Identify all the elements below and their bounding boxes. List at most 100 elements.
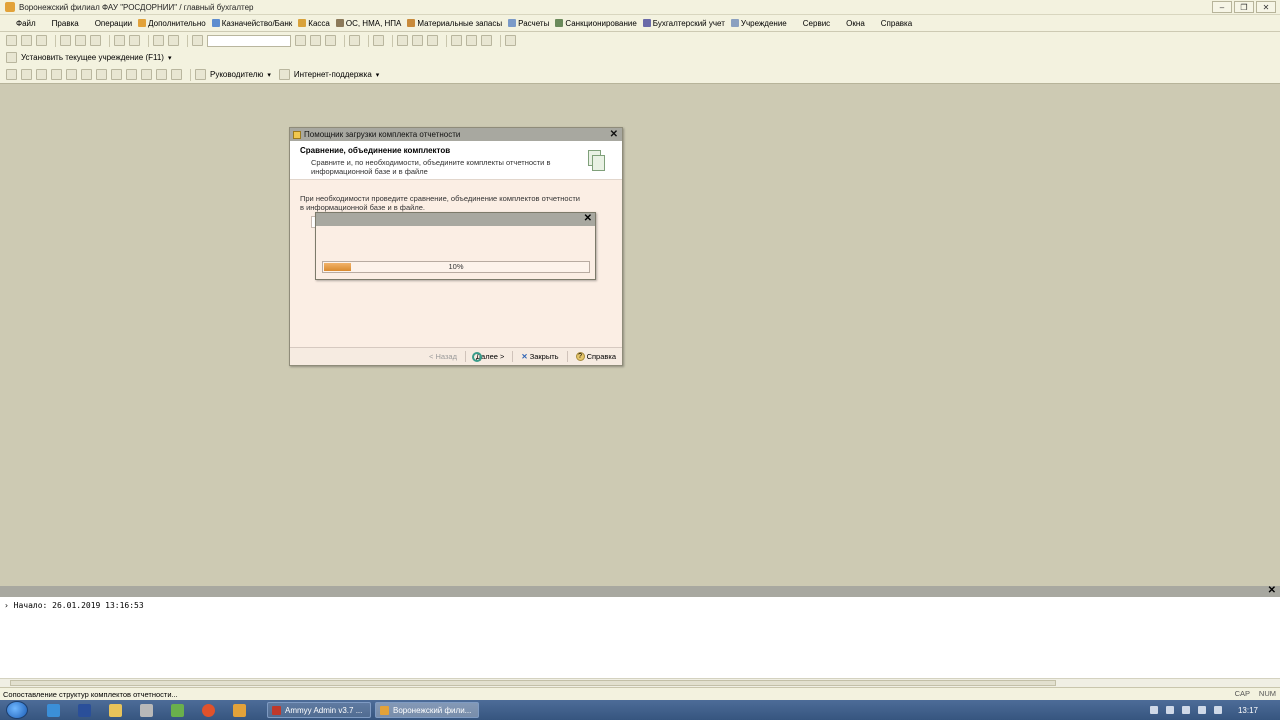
menu-item-2[interactable]: Операции: [84, 19, 132, 28]
tray-volume-icon[interactable]: [1213, 706, 1222, 714]
tray-network-icon[interactable]: [1165, 706, 1174, 714]
paste-icon[interactable]: [90, 35, 101, 46]
menu-item-13[interactable]: Окна: [836, 19, 865, 28]
calculator-icon[interactable]: [412, 35, 423, 46]
task-button-1[interactable]: Воронежский фили...: [375, 702, 479, 718]
restore-button[interactable]: ❐: [1234, 1, 1254, 13]
tools-icon[interactable]: [140, 703, 153, 717]
report-icon[interactable]: [66, 69, 77, 80]
back-button[interactable]: < Назад: [427, 352, 459, 361]
menu-item-10[interactable]: Бухгалтерский учет: [642, 19, 725, 28]
windows-list-icon[interactable]: [349, 35, 360, 46]
report-icon[interactable]: [126, 69, 137, 80]
help-button[interactable]: ? Справка: [574, 352, 618, 361]
menu-item-8[interactable]: Расчеты: [508, 19, 549, 28]
report-icon[interactable]: [51, 69, 62, 80]
tray-flag-icon[interactable]: [1181, 706, 1190, 714]
clock[interactable]: 13:17: [1238, 706, 1258, 715]
wizard-titlebar: Помощник загрузки комплекта отчетности ✕: [290, 128, 622, 141]
footer-separator: [512, 351, 514, 362]
chevron-down-icon[interactable]: ▾: [376, 71, 380, 79]
service-icon: [792, 19, 801, 27]
menu-item-label: Справка: [880, 18, 913, 28]
chevron-down-icon[interactable]: ▾: [267, 71, 271, 79]
users-icon[interactable]: [427, 35, 438, 46]
horizontal-scrollbar[interactable]: [0, 678, 1280, 687]
copy-icon[interactable]: [75, 35, 86, 46]
close-window-button[interactable]: ✕: [1256, 1, 1276, 13]
tray-arrow-icon[interactable]: [1149, 706, 1158, 714]
chat-icon[interactable]: [171, 703, 184, 717]
save-icon[interactable]: [36, 35, 47, 46]
memory-minus-icon[interactable]: [481, 35, 492, 46]
explorer-folder-icon[interactable]: [109, 703, 122, 717]
message-panel-close-icon[interactable]: ✕: [1268, 585, 1276, 596]
search-icon[interactable]: [192, 35, 203, 46]
undo-icon[interactable]: [153, 35, 164, 46]
report-icon[interactable]: [6, 69, 17, 80]
find-next-icon[interactable]: [310, 35, 321, 46]
wizard-title: Помощник загрузки комплекта отчетности: [304, 130, 461, 139]
menu-item-1[interactable]: Правка: [41, 19, 79, 28]
menu-item-3[interactable]: Дополнительно: [138, 19, 206, 28]
progress-dialog: ✕ 10%: [315, 212, 596, 280]
operations-icon: [84, 19, 93, 27]
set-organization-icon[interactable]: [6, 52, 17, 63]
set-organization-button[interactable]: Установить текущее учреждение (F11): [21, 53, 164, 62]
report-icon[interactable]: [111, 69, 122, 80]
onec-icon[interactable]: [233, 703, 246, 717]
menu-item-4[interactable]: Казначейство/Банк: [211, 19, 292, 28]
status-text: Сопоставление структур комплектов отчетн…: [3, 689, 178, 699]
firefox-icon[interactable]: [202, 703, 215, 717]
print-preview-icon[interactable]: [129, 35, 140, 46]
window-titlebar: Воронежский филиал ФАУ "РОСДОРНИИ" / гла…: [0, 0, 1280, 15]
search-input[interactable]: [207, 34, 291, 47]
report-icon[interactable]: [156, 69, 167, 80]
table-icon[interactable]: [397, 35, 408, 46]
minimize-button[interactable]: –: [1212, 1, 1232, 13]
wizard-body: При необходимости проведите сравнение, о…: [290, 180, 622, 228]
report-icon[interactable]: [171, 69, 182, 80]
open-folder-icon[interactable]: [21, 35, 32, 46]
memory-plus-icon[interactable]: [466, 35, 477, 46]
save-disk-icon[interactable]: [78, 703, 91, 717]
menu-item-12[interactable]: Сервис: [792, 18, 831, 28]
find-prev-icon[interactable]: [325, 35, 336, 46]
report-icon[interactable]: [21, 69, 32, 80]
memory-m-icon[interactable]: [451, 35, 462, 46]
menu-item-0[interactable]: Файл: [6, 19, 36, 28]
menu-item-11[interactable]: Учреждение: [730, 18, 787, 28]
menu-item-14[interactable]: Справка: [870, 18, 913, 28]
tools-icon[interactable]: [505, 35, 516, 46]
print-icon[interactable]: [114, 35, 125, 46]
menu-item-9[interactable]: Санкционирование: [555, 19, 637, 28]
cut-icon[interactable]: [60, 35, 71, 46]
start-button[interactable]: [6, 701, 28, 719]
ie-icon[interactable]: [47, 703, 60, 717]
menu-item-5[interactable]: Касса: [298, 19, 330, 28]
manager-button[interactable]: Руководителю: [210, 70, 263, 79]
report-icon[interactable]: [141, 69, 152, 80]
menu-item-label: Учреждение: [740, 18, 787, 28]
progress-close-icon[interactable]: ✕: [584, 213, 592, 225]
redo-icon[interactable]: [168, 35, 179, 46]
report-icon[interactable]: [81, 69, 92, 80]
search-clear-icon[interactable]: [295, 35, 306, 46]
menu-item-7[interactable]: Материальные запасы: [407, 19, 502, 28]
manager-icon: [195, 69, 206, 80]
close-button[interactable]: ✕ Закрыть: [519, 352, 560, 361]
internet-support-button[interactable]: Интернет-поддержка: [294, 70, 372, 79]
info-icon[interactable]: [373, 35, 384, 46]
tray-signal-icon[interactable]: [1197, 706, 1206, 714]
chevron-down-icon[interactable]: ▾: [168, 54, 172, 62]
menu-item-6[interactable]: ОС, НМА, НПА: [335, 19, 401, 28]
scrollbar-thumb[interactable]: [10, 680, 1056, 686]
standard-toolbar: [0, 32, 1280, 49]
menu-item-label: Сервис: [802, 18, 831, 28]
report-icon[interactable]: [96, 69, 107, 80]
task-button-0[interactable]: Ammyy Admin v3.7 ...: [267, 702, 371, 718]
report-icon[interactable]: [36, 69, 47, 80]
next-button[interactable]: Далее >: [471, 351, 506, 362]
wizard-close-icon[interactable]: ✕: [610, 129, 618, 140]
new-document-icon[interactable]: [6, 35, 17, 46]
